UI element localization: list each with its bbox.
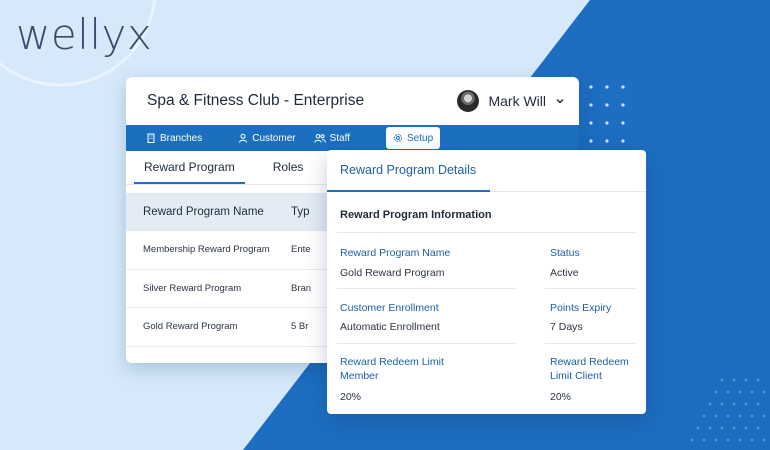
field-value: 7 Days bbox=[550, 321, 583, 333]
user-menu[interactable]: Mark Will bbox=[457, 90, 565, 112]
cell-program-type: 5 Br bbox=[291, 321, 309, 333]
cell-program-name: Membership Reward Program bbox=[143, 244, 270, 256]
chevron-down-icon bbox=[556, 99, 564, 104]
divider bbox=[337, 343, 517, 344]
field-label: Reward Program Name bbox=[340, 247, 451, 259]
nav-item-setup[interactable]: Setup bbox=[386, 127, 441, 149]
gear-icon bbox=[394, 134, 402, 142]
tab-reward-program[interactable]: Reward Program bbox=[134, 151, 245, 184]
tab-reward-program-details[interactable]: Reward Program Details bbox=[327, 150, 490, 192]
brand-logo: wellyx bbox=[16, 10, 153, 59]
nav-item-label: Customer bbox=[252, 132, 296, 144]
nav-bar: Branches Customer Staff Setup bbox=[126, 125, 579, 151]
divider bbox=[545, 288, 637, 289]
field-label-line1: Reward Redeem bbox=[550, 356, 629, 368]
users-icon bbox=[313, 134, 326, 143]
field-points-expiry: Points Expiry 7 Days bbox=[550, 301, 611, 333]
reward-program-details-panel: Reward Program Details Reward Program In… bbox=[327, 150, 646, 414]
divider bbox=[337, 232, 637, 233]
column-header-name[interactable]: Reward Program Name bbox=[126, 206, 291, 218]
tab-roles[interactable]: Roles bbox=[263, 151, 314, 184]
column-header-type[interactable]: Typ bbox=[291, 206, 310, 218]
user-name: Mark Will bbox=[488, 93, 546, 109]
avatar bbox=[457, 90, 480, 112]
app-title: Spa & Fitness Club - Enterprise bbox=[147, 92, 365, 109]
field-label-line2: Limit Client bbox=[550, 370, 602, 382]
details-tab-bar: Reward Program Details bbox=[327, 150, 646, 192]
field-value: 20% bbox=[340, 391, 362, 403]
cell-program-name: Gold Reward Program bbox=[143, 321, 238, 333]
field-label-line2: Member bbox=[340, 370, 379, 382]
field-label: Customer Enrollment bbox=[340, 302, 439, 314]
nav-item-label: Branches bbox=[160, 132, 203, 144]
field-customer-enrollment: Customer Enrollment Automatic Enrollment bbox=[340, 301, 440, 333]
field-redeem-limit-client: Reward Redeem Limit Client 20% bbox=[550, 355, 629, 403]
building-icon bbox=[147, 133, 155, 143]
field-program-name: Reward Program Name Gold Reward Program bbox=[340, 246, 450, 279]
nav-item-staff[interactable]: Staff bbox=[310, 127, 360, 149]
section-title: Reward Program Information bbox=[340, 209, 492, 221]
cell-program-name: Silver Reward Program bbox=[143, 282, 242, 294]
nav-item-customer[interactable]: Customer bbox=[234, 127, 305, 149]
field-label-line1: Reward Redeem Limit bbox=[340, 356, 444, 368]
divider bbox=[545, 343, 637, 344]
divider bbox=[337, 288, 517, 289]
field-status: Status Active bbox=[550, 246, 580, 279]
nav-item-label: Setup bbox=[407, 132, 434, 144]
app-header: Spa & Fitness Club - Enterprise Mark Wil… bbox=[126, 77, 579, 125]
nav-item-label: Staff bbox=[329, 132, 350, 144]
cell-program-type: Ente bbox=[291, 244, 311, 256]
field-label: Points Expiry bbox=[550, 302, 612, 314]
user-icon bbox=[239, 133, 248, 143]
field-value: Active bbox=[550, 267, 579, 279]
field-value: 20% bbox=[550, 391, 572, 403]
field-label: Status bbox=[550, 247, 580, 259]
field-redeem-limit-member: Reward Redeem Limit Member 20% bbox=[340, 355, 444, 403]
field-value: Automatic Enrollment bbox=[340, 321, 440, 333]
field-value: Gold Reward Program bbox=[340, 267, 445, 279]
cell-program-type: Bran bbox=[291, 282, 312, 294]
nav-item-branches[interactable]: Branches bbox=[142, 127, 212, 149]
